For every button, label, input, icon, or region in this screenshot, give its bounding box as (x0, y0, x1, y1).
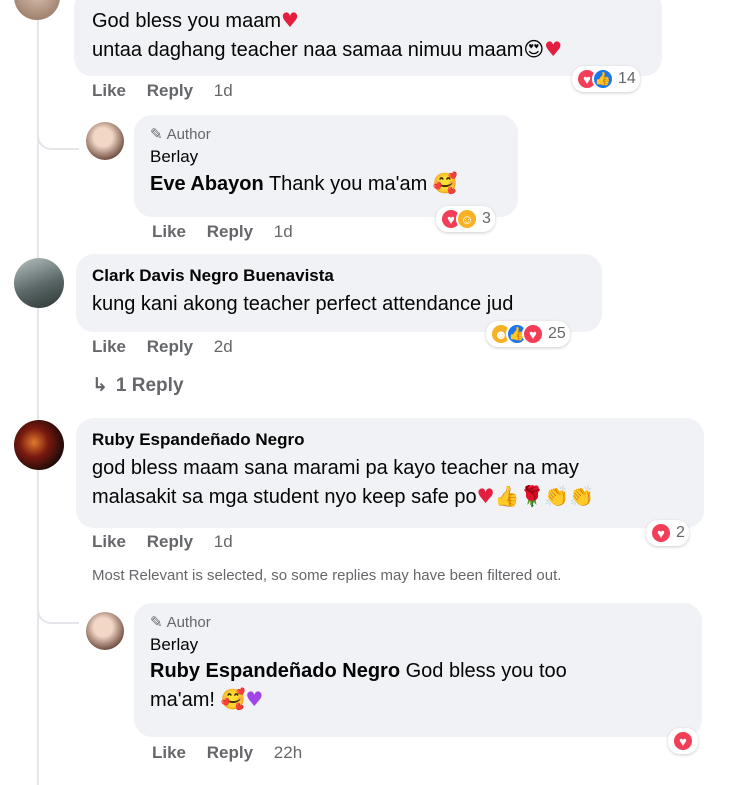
timestamp[interactable]: 1d (274, 222, 293, 241)
mention-link[interactable]: Eve Abayon (150, 173, 264, 195)
purple-heart-icon: ♥ (245, 687, 264, 711)
clapping-hands-emoji-icon: 👏👏 (544, 484, 595, 508)
comment-text: kung kani akong teacher perfect attendan… (92, 293, 514, 315)
like-button[interactable]: Like (152, 222, 186, 241)
reaction-count: 25 (548, 325, 566, 342)
reply-button[interactable]: Reply (147, 337, 193, 356)
timestamp[interactable]: 1d (214, 81, 233, 100)
reaction-summary[interactable]: ☻ 👍 ♥ 25 (486, 321, 570, 347)
comment-actions: Like Reply 1d (92, 81, 249, 101)
reply-actions: Like Reply 1d (152, 222, 309, 242)
timestamp[interactable]: 2d (214, 337, 233, 356)
reply-arrow-icon: ↳ (92, 375, 108, 396)
timestamp[interactable]: 22h (274, 743, 302, 762)
pencil-icon: ✎ (150, 614, 163, 631)
commenter-name[interactable]: Berlay (150, 147, 502, 167)
commenter-name[interactable]: Berlay (150, 635, 686, 655)
reply-text: Eve Abayon Thank you ma'am 🥰 (150, 171, 458, 195)
reply-bubble: ✎ Author Berlay Ruby Espandeñado Negro G… (134, 603, 702, 737)
comment-actions: Like Reply 2d (92, 337, 249, 357)
reaction-count: 3 (482, 210, 491, 227)
reply-text-line: Ruby Espandeñado Negro God bless you too (150, 660, 567, 682)
filter-notice: Most Relevant is selected, so some repli… (92, 567, 562, 584)
thread-connector (37, 560, 79, 624)
thread-connector (37, 100, 79, 150)
love-reaction-icon: ♥ (650, 522, 672, 544)
like-reaction-icon: 👍 (592, 68, 614, 90)
author-badge: ✎ Author (150, 613, 211, 632)
like-button[interactable]: Like (92, 532, 126, 551)
smiling-hearts-emoji-icon: 🥰 (432, 171, 458, 195)
rose-emoji-icon: 🌹 (519, 484, 545, 508)
reply-text-line: ma'am! 🥰♥ (150, 687, 264, 711)
smiling-hearts-emoji-icon: 🥰 (220, 687, 246, 711)
reply-actions: Like Reply 22h (152, 743, 318, 763)
reaction-count: 14 (618, 70, 636, 87)
author-avatar[interactable] (86, 122, 124, 160)
like-button[interactable]: Like (92, 337, 126, 356)
avatar[interactable] (14, 258, 64, 308)
comment-actions: Like Reply 1d (92, 532, 249, 552)
author-avatar[interactable] (86, 612, 124, 650)
red-heart-icon: ♥ (544, 37, 563, 61)
comment-bubble: Ruby Espandeñado Negro god bless maam sa… (76, 418, 704, 528)
avatar[interactable] (14, 420, 64, 470)
red-heart-icon: ♥ (476, 484, 495, 508)
comment-bubble: God bless you maam♥ untaa daghang teache… (74, 0, 662, 76)
pencil-icon: ✎ (150, 126, 163, 143)
comment-text-line: malasakit sa mga student nyo keep safe p… (92, 484, 595, 508)
timestamp[interactable]: 1d (214, 532, 233, 551)
commenter-name[interactable]: Ruby Espandeñado Negro (92, 430, 688, 450)
reply-button[interactable]: Reply (147, 81, 193, 100)
love-reaction-icon: ♥ (522, 323, 544, 345)
comment-text-line: god bless maam sana marami pa kayo teach… (92, 457, 579, 479)
reaction-summary[interactable]: ♥ (668, 728, 698, 754)
reply-button[interactable]: Reply (207, 743, 253, 762)
author-badge: ✎ Author (150, 125, 211, 144)
like-button[interactable]: Like (92, 81, 126, 100)
reply-button[interactable]: Reply (147, 532, 193, 551)
care-reaction-icon: ☺ (456, 208, 478, 230)
comment-text-line: untaa daghang teacher naa samaa nimuu ma… (92, 37, 563, 61)
reaction-count: 2 (676, 524, 685, 541)
reaction-summary[interactable]: ♥ 👍 14 (572, 66, 640, 92)
thumbs-up-emoji-icon: 👍 (494, 484, 520, 508)
reply-button[interactable]: Reply (207, 222, 253, 241)
thread-line (37, 320, 39, 385)
mention-link[interactable]: Ruby Espandeñado Negro (150, 660, 400, 682)
view-replies-link[interactable]: ↳ 1 Reply (92, 374, 184, 397)
reaction-summary[interactable]: ♥ ☺ 3 (436, 206, 495, 232)
red-heart-icon: ♥ (280, 8, 299, 32)
reply-bubble: ✎ Author Berlay Eve Abayon Thank you ma'… (134, 115, 518, 217)
love-reaction-icon: ♥ (672, 730, 694, 752)
avatar[interactable] (14, 0, 60, 20)
like-button[interactable]: Like (152, 743, 186, 762)
heart-eyes-emoji-icon: 😍 (523, 37, 545, 61)
comment-text-line: God bless you maam♥ (92, 8, 299, 32)
commenter-name[interactable]: Clark Davis Negro Buenavista (92, 266, 586, 286)
reaction-summary[interactable]: ♥ 2 (646, 520, 689, 546)
